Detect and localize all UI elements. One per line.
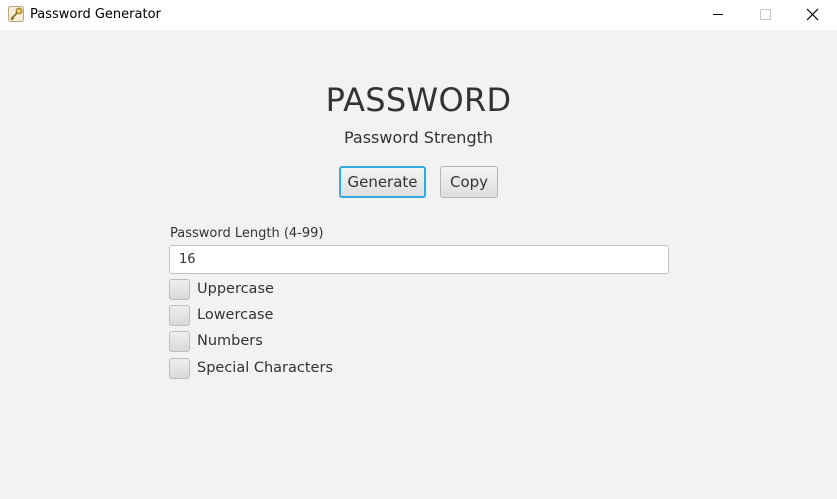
close-icon — [806, 8, 819, 21]
minimize-button[interactable] — [695, 0, 741, 30]
password-length-label: Password Length (4-99) — [170, 226, 324, 241]
generate-button[interactable]: Generate — [339, 166, 426, 198]
numbers-label[interactable]: Numbers — [197, 332, 263, 351]
uppercase-checkbox[interactable] — [169, 279, 190, 300]
password-display: PASSWORD — [325, 81, 512, 119]
close-button[interactable] — [789, 0, 835, 30]
app-window: Password Generator PASSWORD Password Str… — [0, 0, 837, 499]
key-icon — [8, 6, 24, 22]
minimize-icon — [713, 14, 723, 15]
uppercase-label[interactable]: Uppercase — [197, 280, 274, 299]
copy-button[interactable]: Copy — [440, 166, 498, 198]
maximize-button[interactable] — [741, 0, 787, 30]
numbers-checkbox[interactable] — [169, 331, 190, 352]
special-characters-label[interactable]: Special Characters — [197, 359, 333, 378]
lowercase-label[interactable]: Lowercase — [197, 306, 273, 325]
password-length-input[interactable] — [169, 245, 669, 274]
title-bar[interactable]: Password Generator — [0, 0, 837, 30]
special-characters-checkbox[interactable] — [169, 358, 190, 379]
password-strength-label: Password Strength — [343, 128, 494, 147]
lowercase-checkbox[interactable] — [169, 305, 190, 326]
maximize-icon — [760, 9, 771, 20]
window-title: Password Generator — [30, 7, 161, 22]
